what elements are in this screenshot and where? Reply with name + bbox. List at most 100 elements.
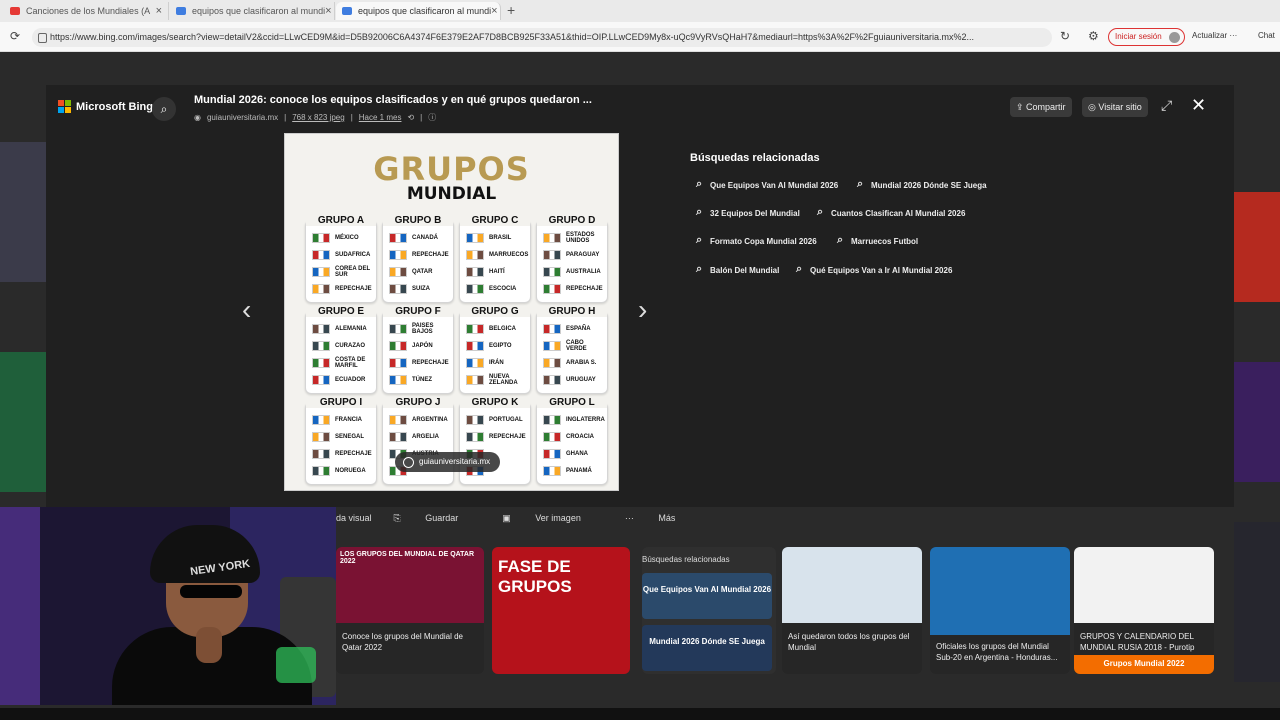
source-watermark[interactable]: guiauniversitaria.mx xyxy=(395,452,501,472)
team-name: JAPÓN xyxy=(412,343,433,349)
image-actions: ueda visual ⎘ Guardar ▣ Ver imagen ··· M… xyxy=(326,513,719,524)
related-chip[interactable]: Mundial 2026 Dónde SE Juega xyxy=(857,177,987,195)
group-name: GRUPO E xyxy=(306,306,376,317)
share-button[interactable]: ⇪ Compartir xyxy=(1010,97,1072,117)
related-card-item[interactable]: Que Equipos Van Al Mundial 2026 xyxy=(642,573,772,619)
group-card: GRUPO G BELGICA EGIPTO IRÁN NUEVA ZELANDA xyxy=(459,306,531,394)
related-chip[interactable]: Marruecos Futbol xyxy=(837,233,918,251)
bing-logo[interactable]: Microsoft Bing xyxy=(58,100,153,113)
close-tab-icon[interactable]: × xyxy=(325,5,331,17)
tab-canciones[interactable]: Canciones de los Mundiales (A × xyxy=(4,2,169,20)
close-tab-icon[interactable]: × xyxy=(156,5,162,17)
related-chip[interactable]: Que Equipos Van Al Mundial 2026 xyxy=(696,177,838,195)
team-row: CANADÁ xyxy=(389,231,451,245)
related-chip[interactable]: Balón Del Mundial xyxy=(696,262,779,280)
chat-button[interactable]: Chat xyxy=(1258,31,1275,40)
url-field[interactable]: https://www.bing.com/images/search?view=… xyxy=(32,28,1052,47)
team-name: REPECHAJE xyxy=(412,360,449,366)
dimensions-link[interactable]: 768 x 823 jpeg xyxy=(292,113,345,122)
team-row: PARAGUAY xyxy=(543,248,605,262)
team-row: JAPÓN xyxy=(389,339,451,353)
close-tab-icon[interactable]: × xyxy=(491,5,497,17)
next-image-button[interactable]: › xyxy=(638,294,647,326)
more-button[interactable]: ··· Más xyxy=(625,513,698,524)
new-tab-button[interactable]: + xyxy=(507,2,515,18)
flag-icon xyxy=(466,233,484,243)
related-chip[interactable]: Cuantos Clasifican Al Mundial 2026 xyxy=(817,205,965,223)
team-row: ARABIA S. xyxy=(543,356,605,370)
image-subheading: MUNDIAL xyxy=(406,184,497,204)
related-image-card[interactable]: FASE DE GRUPOS xyxy=(492,547,630,674)
team-name: COSTA DE MARFIL xyxy=(335,357,366,369)
flag-icon xyxy=(543,250,561,260)
update-button[interactable]: Actualizar ··· xyxy=(1192,31,1237,40)
team-name: ESPAÑA xyxy=(566,326,591,332)
related-image-card[interactable]: LOS GRUPOS DEL MUNDIAL DE QATAR 2022 Con… xyxy=(336,547,484,674)
related-image-card[interactable]: Así quedaron todos los grupos del Mundia… xyxy=(782,547,922,674)
team-row: FRANCIA xyxy=(312,413,374,427)
info-icon[interactable]: ⓘ xyxy=(428,112,436,123)
flag-icon xyxy=(466,375,484,385)
source-link[interactable]: guiauniversitaria.mx xyxy=(207,113,278,122)
team-row: PORTUGAL xyxy=(466,413,528,427)
main-image[interactable]: GRUPOS MUNDIAL GRUPO A MÉXICO SUDAFRICA COR… xyxy=(284,133,619,491)
refresh-icon[interactable]: ↻ xyxy=(1060,29,1070,43)
flag-icon xyxy=(312,250,330,260)
team-name: REPECHAJE xyxy=(566,286,603,292)
team-row: MÉXICO xyxy=(312,231,374,245)
team-name: URUGUAY xyxy=(566,377,596,383)
team-name: SUIZA xyxy=(412,286,430,292)
tab-equipos-1[interactable]: equipos que clasificaron al mundi × xyxy=(170,2,335,20)
flag-icon xyxy=(312,466,330,476)
group-card: GRUPO E ALEMANIA CURAZAO COSTA DE MARFIL ECU… xyxy=(305,306,377,394)
team-name: CROACIA xyxy=(566,434,594,440)
flag-icon xyxy=(312,432,330,442)
team-name: TÚNEZ xyxy=(412,377,432,383)
related-card-item[interactable]: Mundial 2026 Dónde SE Juega xyxy=(642,625,772,671)
flag-icon xyxy=(389,267,407,277)
flag-icon xyxy=(312,233,330,243)
flag-icon xyxy=(389,233,407,243)
team-row: REPECHAJE xyxy=(312,282,374,296)
related-image-card[interactable]: Oficiales los grupos del Mundial Sub-20 … xyxy=(930,547,1070,674)
image-title[interactable]: Mundial 2026: conoce los equipos clasifi… xyxy=(194,94,592,106)
flag-icon xyxy=(543,432,561,442)
tab-bar: Canciones de los Mundiales (A × equipos q… xyxy=(0,0,1280,22)
flag-icon xyxy=(543,267,561,277)
team-name: SUDAFRICA xyxy=(335,252,371,258)
team-row: REPECHAJE xyxy=(389,356,451,370)
globe-icon: ◉ xyxy=(194,113,201,122)
team-name: BRASIL xyxy=(489,235,512,241)
group-card: GRUPO I FRANCIA SENEGAL REPECHAJE NORUEGA xyxy=(305,397,377,485)
team-name: QATAR xyxy=(412,269,433,275)
previous-image-button[interactable]: ‹ xyxy=(242,294,251,326)
image-meta: ◉ guiauniversitaria.mx | 768 x 823 jpeg | … xyxy=(194,112,436,123)
team-row: IRÁN xyxy=(466,356,528,370)
search-icon[interactable]: ⌕ xyxy=(152,97,176,121)
reload-icon[interactable]: ⟳ xyxy=(10,29,20,43)
flag-icon xyxy=(466,250,484,260)
related-images-strip: LOS GRUPOS DEL MUNDIAL DE QATAR 2022 Con… xyxy=(336,547,1216,674)
signin-button[interactable]: Iniciar sesión xyxy=(1108,28,1185,46)
related-chip[interactable]: 32 Equipos Del Mundial xyxy=(696,205,800,223)
save-button[interactable]: ⎘ Guardar xyxy=(394,513,481,524)
team-row: ESTADOS UNIDOS xyxy=(543,231,605,245)
age-link[interactable]: Hace 1 mes xyxy=(359,113,402,122)
view-image-button[interactable]: ▣ Ver imagen xyxy=(502,513,603,524)
related-image-card[interactable]: GRUPOS Y CALENDARIO DEL MUNDIAL RUSIA 20… xyxy=(1074,547,1214,674)
thumbnail: LOS GRUPOS DEL MUNDIAL DE QATAR 2022 xyxy=(336,547,484,623)
group-name: GRUPO I xyxy=(306,397,376,408)
image-icon: ▣ xyxy=(502,513,514,523)
related-chip[interactable]: Qué Equipos Van a Ir Al Mundial 2026 xyxy=(796,262,952,280)
related-chip[interactable]: Formato Copa Mundial 2026 xyxy=(696,233,817,251)
close-icon[interactable]: ✕ xyxy=(1191,95,1206,116)
team-name: CABO VERDE xyxy=(566,340,587,352)
expand-icon[interactable]: ⤢ xyxy=(1161,97,1172,114)
group-card: GRUPO K PORTUGAL REPECHAJE xyxy=(459,397,531,485)
team-name: PANAMÁ xyxy=(566,468,592,474)
visit-site-button[interactable]: ◎ Visitar sitio xyxy=(1082,97,1148,117)
extension-icon[interactable]: ⚙ xyxy=(1088,29,1099,43)
tab-equipos-2[interactable]: equipos que clasificaron al mundi × xyxy=(336,2,501,20)
webcam-light xyxy=(0,507,40,705)
team-row: COREA DEL SUR xyxy=(312,265,374,279)
